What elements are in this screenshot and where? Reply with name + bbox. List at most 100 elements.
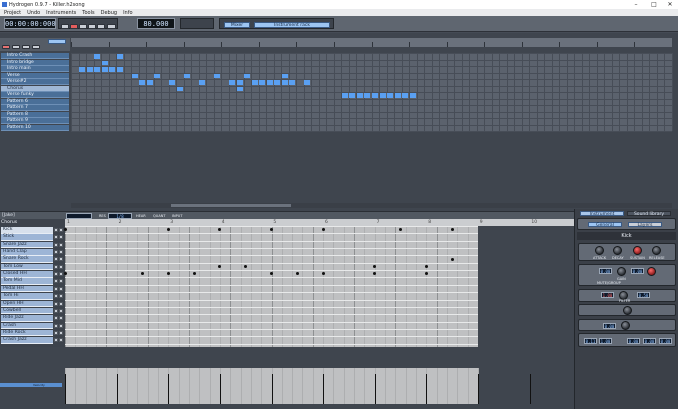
instrument-row[interactable]: Stick xyxy=(1,234,53,241)
song-cell[interactable] xyxy=(139,80,146,85)
loop-button[interactable] xyxy=(107,24,116,29)
hear-toggle[interactable]: HEAR xyxy=(136,214,146,218)
song-cell[interactable] xyxy=(154,73,161,78)
solo-button[interactable] xyxy=(59,257,63,262)
instrument-rack-button[interactable]: Instrument rack xyxy=(254,22,330,28)
note[interactable] xyxy=(295,272,299,276)
solo-button[interactable] xyxy=(59,279,63,284)
song-cell[interactable] xyxy=(176,86,183,91)
song-cell[interactable] xyxy=(259,80,266,85)
menu-undo[interactable]: Undo xyxy=(27,10,40,16)
instrument-row[interactable]: Snare Rock xyxy=(1,256,53,263)
rewind-button[interactable] xyxy=(61,24,69,29)
song-cell[interactable] xyxy=(236,80,243,85)
pattern-ruler[interactable]: 1 2 3 4 5 6 7 8 9 10 xyxy=(65,219,574,226)
forward-button[interactable] xyxy=(97,24,105,29)
solo-button[interactable] xyxy=(59,228,63,232)
song-cell[interactable] xyxy=(236,86,243,91)
song-horizontal-scrollbar[interactable] xyxy=(71,203,672,208)
song-grid[interactable] xyxy=(71,53,673,132)
subtab-general[interactable]: General xyxy=(588,222,622,228)
velocity-property-select[interactable]: Velocity xyxy=(0,383,62,387)
song-cell[interactable] xyxy=(341,93,348,98)
mute-button[interactable] xyxy=(54,330,58,335)
decay-knob[interactable] xyxy=(613,246,622,255)
bpm-display[interactable]: 80.000 xyxy=(137,18,175,29)
note[interactable] xyxy=(192,272,196,276)
pitch-knob[interactable] xyxy=(623,306,632,315)
song-cell[interactable] xyxy=(146,80,153,85)
note[interactable] xyxy=(270,272,273,276)
pattern-name[interactable]: Chorus xyxy=(1,85,69,92)
instrument-row[interactable]: Pedal HH xyxy=(1,285,53,293)
pattern-name[interactable]: Pattern 9 xyxy=(1,118,69,124)
song-cell[interactable] xyxy=(169,80,176,85)
velocity-bar[interactable] xyxy=(323,374,325,404)
song-cell[interactable] xyxy=(281,73,288,78)
note[interactable] xyxy=(63,272,67,276)
song-ruler[interactable] xyxy=(71,38,672,47)
song-cell[interactable] xyxy=(372,93,378,98)
song-cell[interactable] xyxy=(229,80,236,85)
note[interactable] xyxy=(166,272,170,276)
velocity-bar[interactable] xyxy=(374,374,376,404)
quantize-toggle[interactable]: QUANT xyxy=(153,214,165,218)
song-scroll-thumb[interactable] xyxy=(171,204,291,207)
pattern-name[interactable]: Pattern 7 xyxy=(1,105,69,111)
song-mode-button[interactable] xyxy=(48,39,66,44)
maximize-icon[interactable]: □ xyxy=(648,0,660,9)
mute-button[interactable] xyxy=(54,316,58,321)
song-cell[interactable] xyxy=(281,80,288,85)
note[interactable] xyxy=(373,264,377,268)
instrument-row[interactable]: Tom Low xyxy=(1,263,53,271)
mute-button[interactable] xyxy=(54,235,58,240)
note[interactable] xyxy=(140,272,144,276)
attack-knob[interactable] xyxy=(595,246,604,255)
subtab-layers[interactable]: Layers xyxy=(628,222,662,228)
note[interactable] xyxy=(450,228,454,232)
velocity-bar[interactable] xyxy=(168,374,170,404)
velocity-bar[interactable] xyxy=(529,374,531,404)
instrument-row[interactable]: Closed HH xyxy=(1,271,53,278)
solo-button[interactable] xyxy=(59,308,63,313)
mute-button[interactable] xyxy=(54,272,58,277)
song-cell[interactable] xyxy=(101,67,108,72)
song-cell[interactable] xyxy=(387,93,394,98)
song-cell[interactable] xyxy=(274,80,281,85)
song-move-down-button[interactable] xyxy=(22,45,30,49)
song-cell[interactable] xyxy=(94,67,101,72)
instrument-row[interactable]: Tom Hi xyxy=(1,293,53,300)
song-cell[interactable] xyxy=(251,80,258,85)
note[interactable] xyxy=(399,228,403,232)
song-cell[interactable] xyxy=(79,67,85,72)
note[interactable] xyxy=(450,257,454,261)
note[interactable] xyxy=(244,264,248,268)
instrument-row[interactable]: Snare Jazz xyxy=(1,241,53,249)
pattern-name[interactable]: Verse funky xyxy=(1,92,69,98)
sustain-knob[interactable] xyxy=(633,246,642,255)
velocity-bar[interactable] xyxy=(116,374,118,404)
song-cell[interactable] xyxy=(244,73,251,78)
solo-button[interactable] xyxy=(59,272,63,277)
play-button[interactable] xyxy=(79,24,87,29)
mixer-button[interactable]: Mixer xyxy=(224,22,250,28)
velocity-bar[interactable] xyxy=(271,374,273,404)
song-cell[interactable] xyxy=(184,73,191,78)
song-cell[interactable] xyxy=(109,67,116,72)
stop-button[interactable] xyxy=(88,24,96,29)
song-cell[interactable] xyxy=(304,80,311,85)
song-cell[interactable] xyxy=(101,60,108,65)
song-cell[interactable] xyxy=(94,54,101,59)
instrument-row[interactable]: Crash Jazz xyxy=(1,337,53,344)
instrument-row[interactable]: Open HH xyxy=(1,300,53,307)
instrument-row[interactable]: Cowbell xyxy=(1,307,53,315)
instrument-name[interactable]: Kick xyxy=(577,232,676,240)
song-cell[interactable] xyxy=(364,93,371,98)
menu-debug[interactable]: Debug xyxy=(101,10,117,16)
record-button[interactable] xyxy=(70,24,78,29)
mute-button[interactable] xyxy=(54,338,58,343)
song-cell[interactable] xyxy=(289,80,296,85)
song-cell[interactable] xyxy=(379,93,386,98)
instrument-row[interactable]: Hand Clap xyxy=(1,249,53,256)
note[interactable] xyxy=(218,228,222,232)
